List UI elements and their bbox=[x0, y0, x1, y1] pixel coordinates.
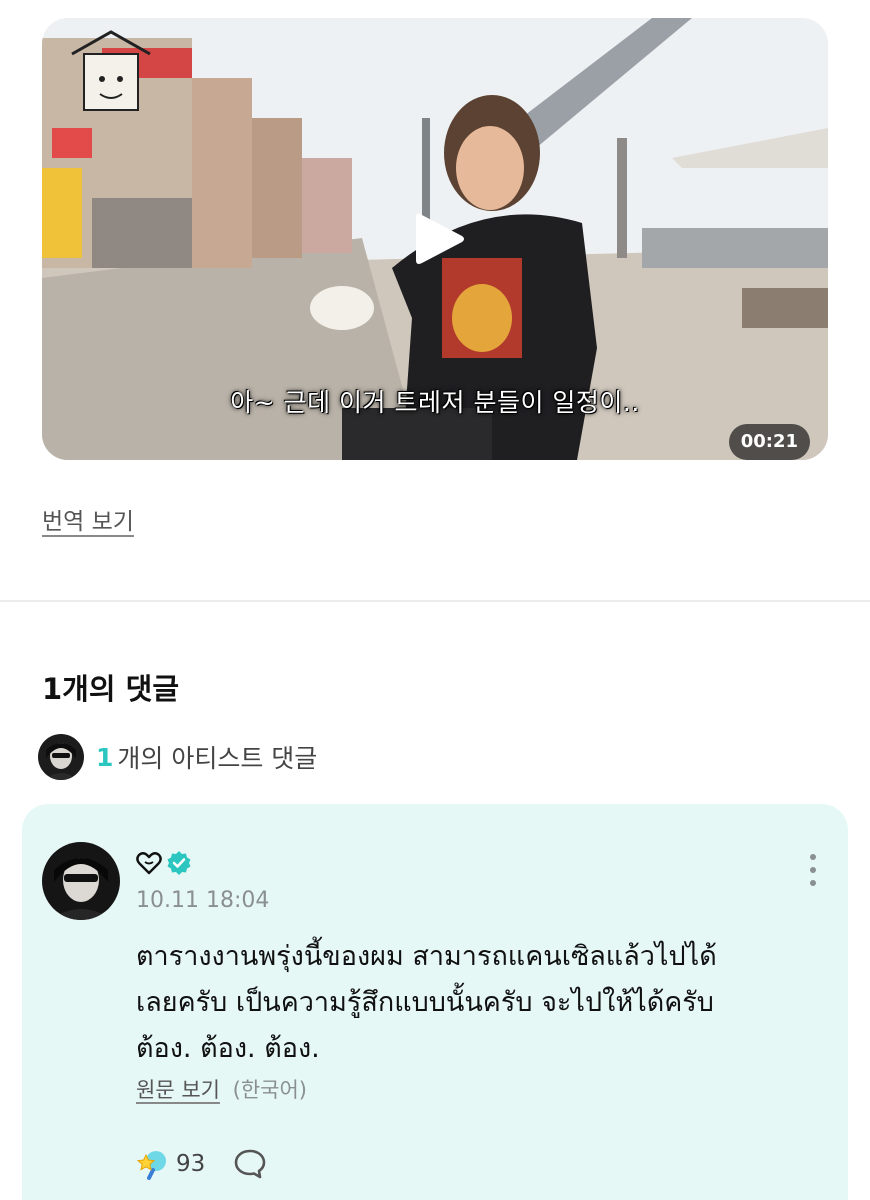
verified-badge-icon bbox=[167, 851, 191, 875]
commenter-name bbox=[136, 848, 192, 878]
comment-actions: 93 bbox=[136, 1146, 267, 1182]
play-icon[interactable] bbox=[414, 210, 466, 268]
translate-link[interactable]: 번역 보기 bbox=[42, 502, 134, 536]
section-divider bbox=[0, 600, 870, 602]
comment-timestamp: 10.11 18:04 bbox=[136, 888, 270, 913]
video-subtitle: 아~ 근데 이거 트레저 분들이 일정이.. bbox=[230, 388, 640, 417]
channel-logo-icon bbox=[71, 30, 151, 111]
artist-comment-count: 1 bbox=[96, 742, 114, 772]
like-reaction-icon[interactable] bbox=[136, 1147, 170, 1181]
video-duration-badge: 00:21 bbox=[728, 424, 810, 460]
original-text-row: 원문 보기 (한국어) bbox=[136, 1074, 307, 1104]
comment-text: ตารางงานพรุ่งนี้ของผม สามารถแคนเซิลแล้วไ… bbox=[136, 941, 717, 1064]
video-player[interactable]: 아~ 근데 이거 트레저 분들이 일정이.. 00:21 bbox=[42, 18, 828, 460]
reply-comment-icon[interactable] bbox=[233, 1147, 267, 1181]
artist-avatar bbox=[38, 734, 84, 780]
more-options-icon[interactable] bbox=[806, 852, 820, 888]
view-original-link[interactable]: 원문 보기 bbox=[136, 1078, 220, 1102]
artist-comment-card: 10.11 18:04 ตารางงานพรุ่งนี้ของผม สามารถ… bbox=[22, 804, 848, 1200]
like-count: 93 bbox=[176, 1151, 206, 1177]
heart-icon bbox=[136, 852, 162, 875]
commenter-avatar[interactable] bbox=[42, 842, 120, 920]
artist-comment-label: 개의 아티스트 댓글 bbox=[117, 744, 318, 773]
comments-count-title: 1개의 댓글 bbox=[42, 672, 179, 706]
original-language: (한국어) bbox=[232, 1078, 308, 1102]
artist-comments-filter[interactable]: 1 개의 아티스트 댓글 bbox=[38, 734, 317, 780]
